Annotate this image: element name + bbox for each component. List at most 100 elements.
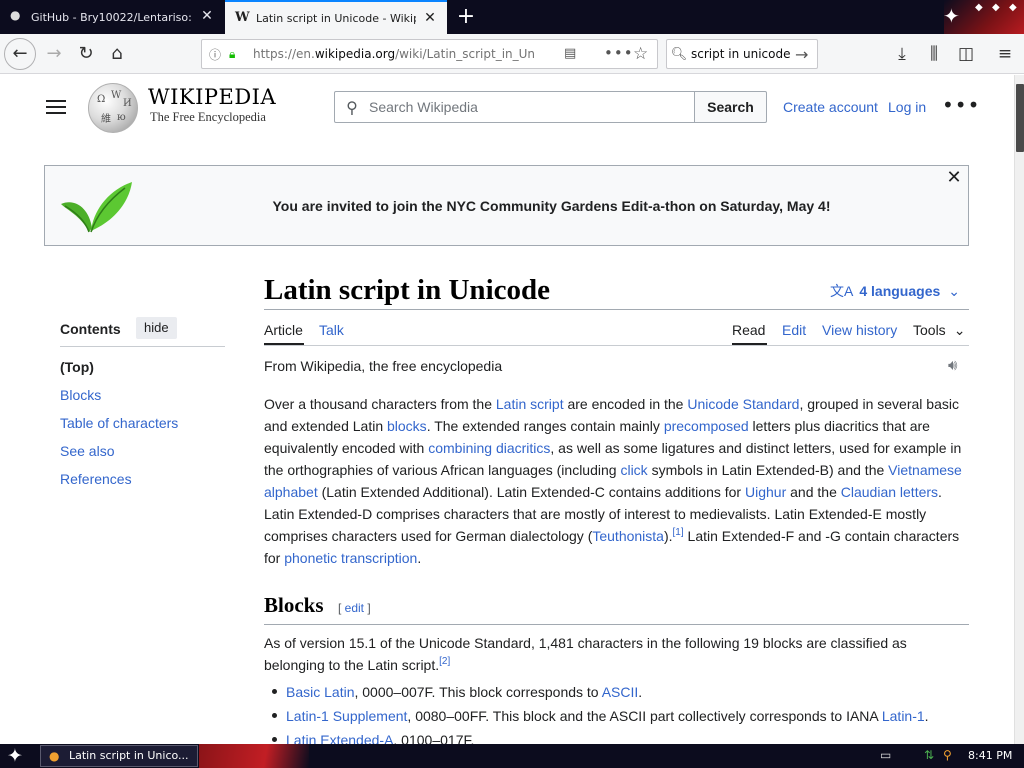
article-link[interactable]: blocks (387, 418, 427, 434)
toc-item-see-also[interactable]: See also (60, 443, 114, 459)
tab-article[interactable]: Article (264, 322, 303, 338)
info-icon[interactable]: ⓘ (209, 46, 229, 63)
keyboard-icon[interactable]: ▭ (880, 748, 891, 762)
forward-button[interactable]: → (40, 40, 68, 68)
banner-message: You are invited to join the NYC Communit… (272, 198, 831, 214)
article-link[interactable]: Basic Latin (286, 684, 354, 700)
url-text[interactable]: https://en.wikipedia.org/wiki/Latin_scri… (247, 47, 535, 61)
clock: 8:41 PM (968, 749, 1013, 762)
wiki-search-input[interactable] (369, 99, 669, 115)
blocks-paragraph: As of version 15.1 of the Unicode Standa… (264, 632, 969, 676)
text-run: symbols in Latin Extended-B) and the (647, 462, 889, 478)
star-icon: ✦ (943, 4, 960, 28)
toc-item-top[interactable]: (Top) (60, 359, 94, 375)
citation-link[interactable]: [1] (673, 527, 684, 538)
taskbar-window-button[interactable]: ● Latin script in Unico... (40, 745, 198, 767)
start-menu-icon[interactable]: ✦ (7, 745, 23, 767)
firefox-icon: ● (49, 749, 60, 763)
text-run: . The extended ranges contain mainly (426, 418, 664, 434)
close-tab-icon[interactable]: ✕ (200, 9, 214, 23)
chevron-down-icon: ⌄ (948, 283, 960, 299)
article-link[interactable]: Claudian letters (841, 484, 938, 500)
text-run: , 0100–017F. (393, 732, 475, 744)
page-scrollbar[interactable] (1014, 75, 1024, 744)
section-edit-link[interactable]: [ edit ] (338, 601, 371, 615)
section-heading-blocks: Blocks (264, 593, 324, 617)
article-link[interactable]: Latin-1 (882, 708, 925, 724)
sidebar-toggle-icon[interactable]: ◫ (954, 42, 978, 66)
tab-read[interactable]: Read (732, 322, 765, 338)
wiki-search-field[interactable]: ⚲ (334, 91, 695, 123)
wikipedia-tagline: The Free Encyclopedia (150, 110, 266, 124)
navigation-toolbar: ← → ↻ ⌂ ⓘ 🔒︎ https://en.wikipedia.org/wi… (0, 34, 1024, 74)
address-bar[interactable]: ⓘ 🔒︎ https://en.wikipedia.org/wiki/Latin… (201, 39, 658, 69)
article-link[interactable]: Teuthonista (592, 528, 664, 544)
tab-edit[interactable]: Edit (782, 322, 806, 338)
text-run: , 0080–00FF. This block and the ASCII pa… (407, 708, 882, 724)
minimize-icon[interactable]: ◆ (975, 2, 983, 13)
bookmark-star-icon[interactable]: ☆ (633, 44, 648, 64)
article-link[interactable]: Latin-1 Supplement (286, 708, 407, 724)
wikipedia-globe-logo[interactable]: ΩWИ維ю (88, 83, 138, 133)
text-run: As of version 15.1 of the Unicode Standa… (264, 635, 907, 673)
article-link[interactable]: Latin Extended-A (286, 732, 393, 744)
search-go-arrow-icon[interactable]: → (795, 45, 815, 64)
citation-link[interactable]: [2] (439, 656, 450, 667)
maximize-icon[interactable]: ◆ (992, 2, 1000, 13)
browser-tab-strip: ● GitHub - Bry10022/Lentariso: The ✕ W L… (0, 0, 1024, 34)
article-link[interactable]: Latin script (496, 396, 564, 412)
article-link[interactable]: Unicode Standard (687, 396, 799, 412)
article-link[interactable]: precomposed (664, 418, 749, 434)
reader-view-icon[interactable]: ▤ (564, 46, 576, 61)
new-tab-button[interactable]: + (453, 4, 479, 30)
article-link[interactable]: Uighur (745, 484, 786, 500)
section-divider (264, 624, 969, 625)
toc-divider (60, 346, 225, 347)
article-link[interactable]: phonetic transcription (284, 550, 417, 566)
menu-icon[interactable]: ≡ (993, 42, 1017, 66)
text-run: . (924, 708, 929, 724)
url-prefix: https://en. (253, 47, 315, 61)
toc-item-blocks[interactable]: Blocks (60, 387, 101, 403)
search-tray-icon[interactable]: ⚲ (943, 748, 952, 762)
scrollbar-thumb[interactable] (1016, 84, 1024, 152)
toc-hide-button[interactable]: hide (136, 317, 177, 339)
wikipedia-wordmark[interactable]: WIKIPEDIA (148, 85, 276, 109)
list-item: Latin-1 Supplement, 0080–00FF. This bloc… (272, 708, 929, 724)
banner-close-icon[interactable]: ✕ (944, 168, 964, 188)
article-link[interactable]: ASCII (602, 684, 639, 700)
from-wikipedia-line: From Wikipedia, the free encyclopedia (264, 358, 503, 374)
network-icon[interactable]: ⇅ (924, 748, 934, 762)
toc-item-references[interactable]: References (60, 471, 132, 487)
article-link[interactable]: click (620, 462, 647, 478)
tab-view-history[interactable]: View history (822, 322, 897, 338)
main-menu-icon[interactable] (46, 100, 66, 116)
back-button[interactable]: ← (4, 38, 36, 70)
article-link[interactable]: combining diacritics (428, 440, 550, 456)
toc-item-table-of-characters[interactable]: Table of characters (60, 415, 178, 431)
more-options-icon[interactable]: ••• (942, 93, 980, 117)
tab-talk[interactable]: Talk (319, 322, 344, 338)
browser-search-bar[interactable]: 🔍︎ script in unicode → (666, 39, 818, 69)
wiki-search-button[interactable]: Search (694, 91, 767, 123)
chevron-down-icon: ⌄ (953, 322, 966, 338)
home-button[interactable]: ⌂ (103, 40, 131, 68)
close-tab-icon[interactable]: ✕ (423, 11, 437, 25)
log-in-link[interactable]: Log in (888, 99, 926, 115)
tab-tools[interactable]: Tools ⌄ (913, 322, 965, 339)
os-taskbar: ✦ ● Latin script in Unico... ▭ ⇅ ⚲ 8:41 … (0, 744, 1024, 768)
section-edit-label[interactable]: edit (345, 601, 364, 615)
close-window-icon[interactable]: ◆ (1009, 2, 1017, 13)
downloads-icon[interactable]: ⤓ (890, 42, 914, 66)
search-engine-icon[interactable]: 🔍︎ (667, 47, 691, 62)
browser-search-input[interactable]: script in unicode (691, 47, 795, 61)
browser-tab-github[interactable]: ● GitHub - Bry10022/Lentariso: The ✕ (0, 0, 224, 34)
reload-button[interactable]: ↻ (72, 40, 100, 68)
language-button[interactable]: 文A 4 languages ⌄ (830, 281, 960, 301)
page-actions-icon[interactable]: ••• (604, 44, 634, 62)
url-domain: wikipedia.org (314, 47, 396, 61)
create-account-link[interactable]: Create account (783, 99, 878, 115)
listen-audio-icon[interactable]: 🔊︎ (948, 356, 957, 374)
browser-tab-wikipedia[interactable]: W Latin script in Unicode - Wikipedia ✕ (225, 0, 447, 34)
library-icon[interactable]: ⫼ (922, 42, 946, 66)
